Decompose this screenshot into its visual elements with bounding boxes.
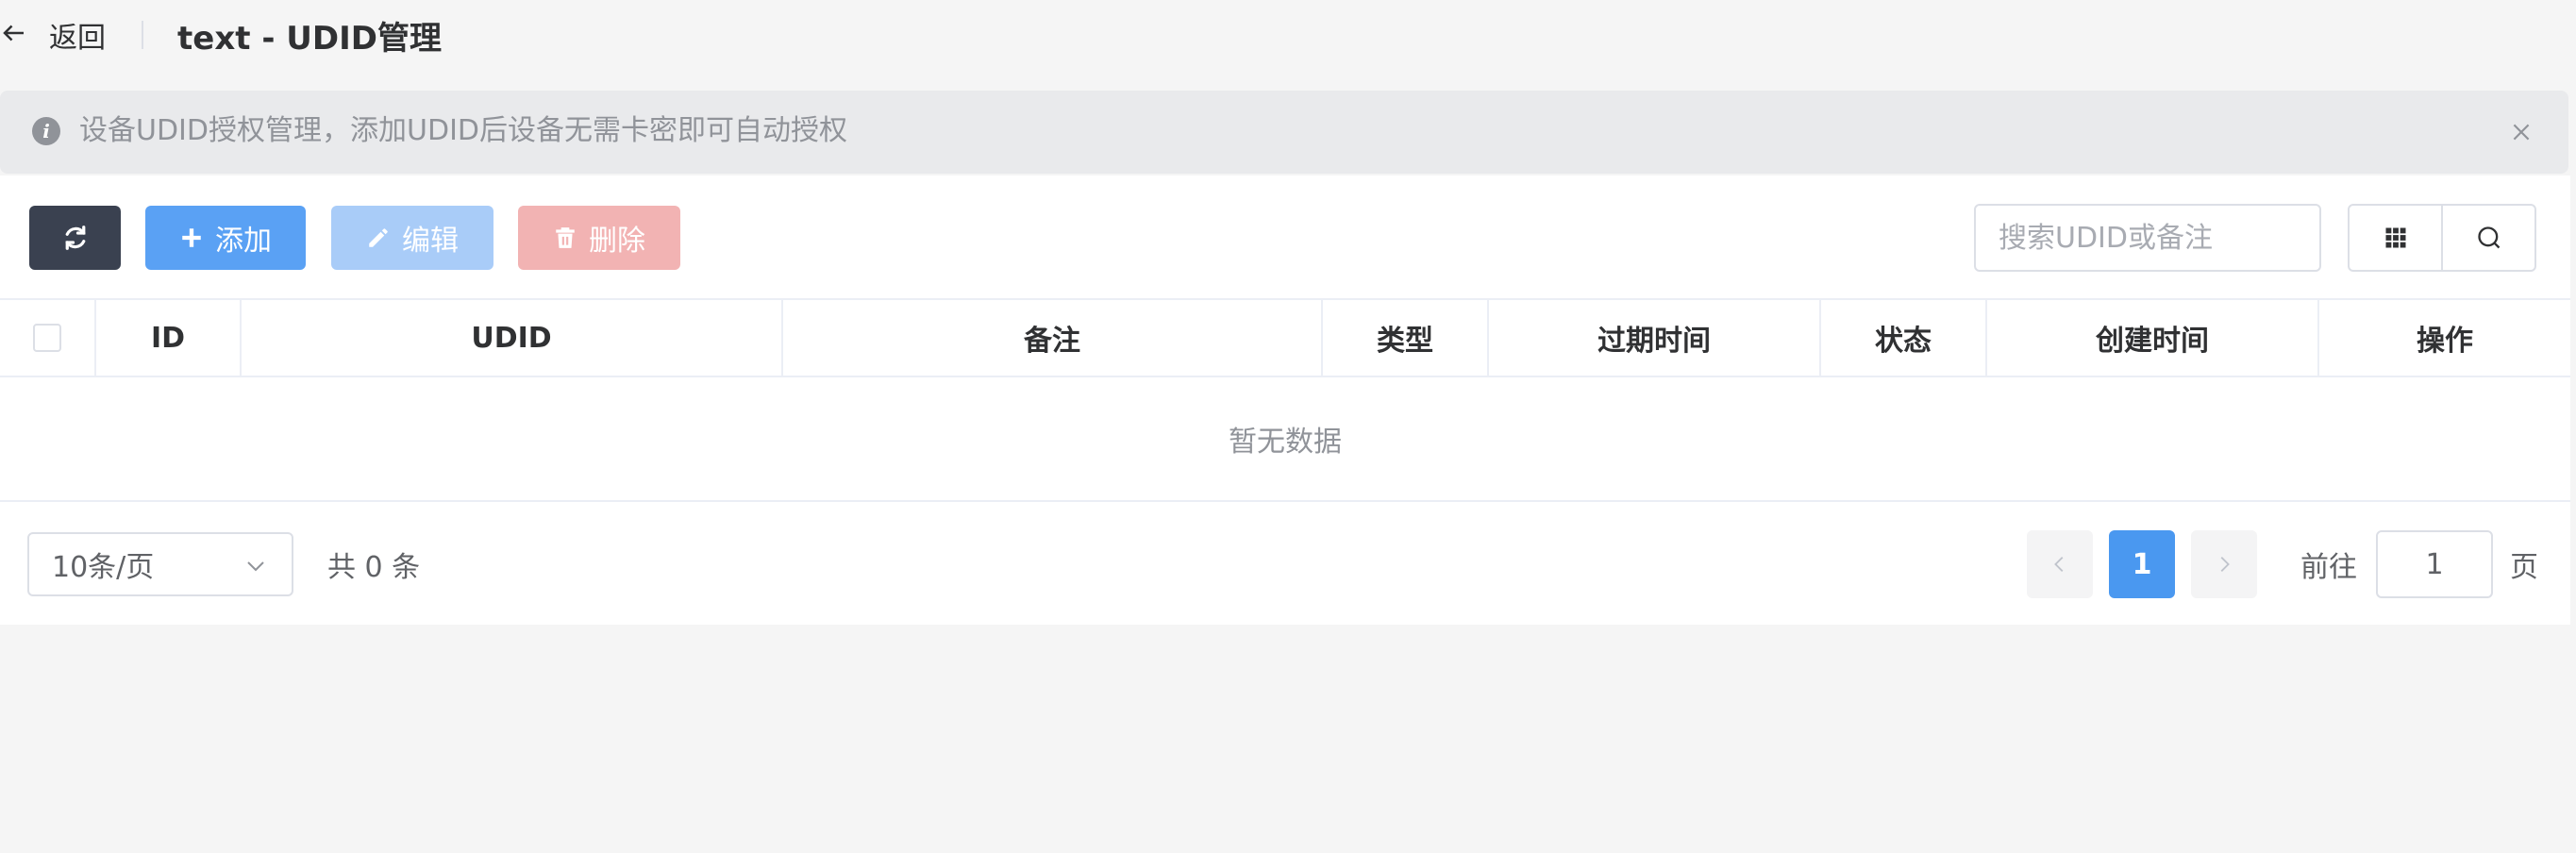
select-all-cell [0, 300, 96, 376]
goto-label: 前往 [2300, 551, 2357, 584]
table-header: ID UDID 备注 类型 过期时间 状态 创建时间 操作 [0, 298, 2570, 377]
empty-placeholder: 暂无数据 [0, 377, 2570, 502]
back-button[interactable]: 返回 [0, 16, 106, 55]
info-alert: i 设备UDID授权管理，添加UDID后设备无需卡密即可自动授权 [0, 91, 2568, 174]
edit-button-label: 编辑 [402, 225, 459, 258]
goto-page-input[interactable] [2376, 530, 2493, 598]
delete-button[interactable]: 删除 [518, 206, 680, 270]
view-controls [2348, 204, 2536, 272]
next-page-button[interactable] [2191, 530, 2257, 598]
page-size-select[interactable]: 10条/页 [27, 532, 293, 596]
column-header-expire-time[interactable]: 过期时间 [1489, 300, 1821, 376]
delete-button-label: 删除 [589, 225, 645, 258]
column-header-id[interactable]: ID [96, 300, 242, 376]
search-button[interactable] [2441, 206, 2534, 270]
add-button-label: 添加 [215, 225, 272, 258]
goto-unit-label: 页 [2510, 551, 2538, 584]
prev-page-button[interactable] [2027, 530, 2093, 598]
chevron-down-icon [247, 561, 264, 572]
column-header-udid[interactable]: UDID [242, 300, 783, 376]
pencil-icon [369, 228, 388, 247]
chevron-left-icon [2054, 557, 2064, 572]
column-header-status[interactable]: 状态 [1821, 300, 1987, 376]
refresh-icon [65, 226, 85, 250]
chevron-right-icon [2220, 557, 2230, 572]
udid-table-card: 添加 编辑 删除 ID UD [0, 176, 2570, 625]
edit-button[interactable]: 编辑 [331, 206, 493, 270]
search-input[interactable] [1974, 204, 2321, 272]
arrow-left-icon [0, 19, 28, 51]
total-count: 共 0 条 [327, 551, 421, 584]
search-icon [2477, 226, 2500, 249]
column-header-created-time[interactable]: 创建时间 [1987, 300, 2319, 376]
header-divider [142, 21, 143, 49]
back-label: 返回 [49, 22, 106, 55]
plus-icon [182, 228, 201, 247]
select-all-checkbox[interactable] [33, 324, 61, 352]
column-settings-button[interactable] [2350, 206, 2441, 270]
info-icon: i [32, 117, 60, 145]
grid-icon [2385, 227, 2405, 248]
column-header-actions: 操作 [2417, 325, 2473, 358]
column-header-remark[interactable]: 备注 [783, 300, 1323, 376]
alert-text: 设备UDID授权管理，添加UDID后设备无需卡密即可自动授权 [79, 114, 848, 147]
add-button[interactable]: 添加 [145, 206, 306, 270]
refresh-button[interactable] [29, 206, 121, 270]
page-title: text - UDID管理 [177, 19, 442, 58]
page-number-button[interactable]: 1 [2109, 530, 2175, 598]
close-icon[interactable] [2502, 113, 2540, 151]
trash-icon [556, 227, 575, 248]
page-size-value: 10条/页 [52, 551, 155, 584]
page-header: 返回 text - UDID管理 [0, 0, 2576, 70]
column-header-type[interactable]: 类型 [1323, 300, 1489, 376]
